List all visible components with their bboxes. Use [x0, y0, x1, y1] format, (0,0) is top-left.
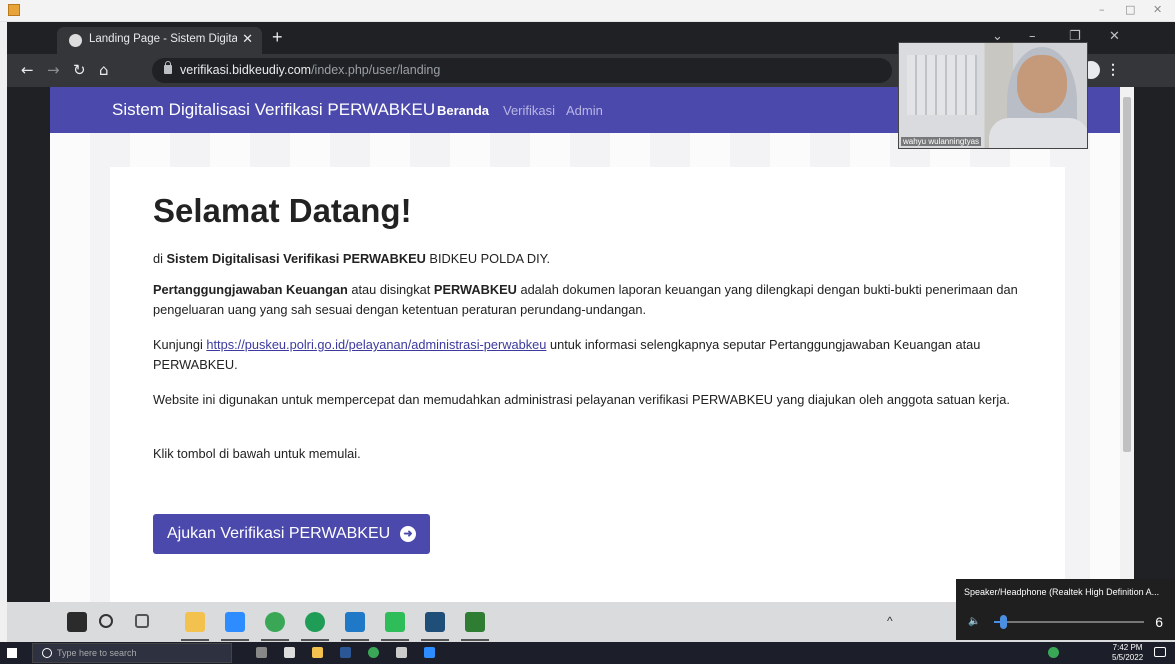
page-viewport: Sistem Digitalisasi Verifikasi PERWABKEU…	[50, 87, 1120, 602]
webcam-name-label: wahyu wulanningtyas	[901, 137, 982, 146]
chrome-icon[interactable]	[265, 612, 285, 632]
windows-start-icon[interactable]	[67, 612, 87, 632]
host-close-button[interactable]: ✕	[1153, 3, 1162, 16]
intro-bold: Sistem Digitalisasi Verifikasi PERWABKEU	[166, 251, 426, 266]
jumbotron: Selamat Datang! di Sistem Digitalisasi V…	[110, 167, 1065, 602]
audio-device-name[interactable]: Speaker/Headphone (Realtek High Definiti…	[964, 587, 1159, 597]
host-clock[interactable]: 7:42 PM 5/5/2022	[1112, 643, 1143, 663]
close-tab-icon[interactable]: ✕	[242, 31, 253, 47]
back-icon[interactable]: ←	[21, 61, 34, 79]
nav-link-beranda[interactable]: Beranda	[437, 103, 489, 118]
more-menu-icon[interactable]: ⋮	[1106, 61, 1120, 78]
server-app-icon[interactable]	[425, 612, 445, 632]
host-search-box[interactable]: Type here to search	[32, 643, 232, 663]
zoom-icon[interactable]	[225, 612, 245, 632]
definition-term: Pertanggungjawaban Keuangan	[153, 282, 348, 297]
volume-value: 6	[1155, 614, 1163, 630]
url-text: verifikasi.bidkeudiy.com/index.php/user/…	[180, 63, 440, 77]
active-indicator	[261, 639, 289, 641]
volume-flyout: Speaker/Headphone (Realtek High Definiti…	[956, 579, 1175, 640]
instruction-paragraph: Klik tombol di bawah untuk memulai.	[153, 446, 361, 461]
host-start-icon[interactable]	[7, 648, 17, 658]
speaker-icon[interactable]: 🔈	[968, 616, 980, 627]
url-host: verifikasi.bidkeudiy.com	[180, 63, 312, 77]
host-app-icon	[8, 4, 20, 16]
file-explorer-icon[interactable]	[185, 612, 205, 632]
host-taskbar: Type here to search 7:42 PM 5/5/2022	[0, 642, 1175, 664]
webcam-video: wahyu wulanningtyas	[898, 42, 1088, 149]
host-window-titlebar: – □ ✕	[0, 0, 1175, 22]
search-icon[interactable]	[99, 614, 113, 628]
page-scrollbar[interactable]	[1120, 87, 1134, 602]
purpose-paragraph: Website ini digunakan untuk mempercepat …	[153, 392, 1010, 407]
webcam-body	[989, 118, 1087, 148]
active-indicator	[421, 639, 449, 641]
vscode-icon[interactable]	[345, 612, 365, 632]
new-tab-button[interactable]: +	[272, 27, 283, 48]
globe-icon	[69, 34, 82, 47]
host-word-icon[interactable]	[340, 647, 351, 658]
definition-abbr: PERWABKEU	[433, 282, 517, 297]
active-indicator	[221, 639, 249, 641]
nav-link-verifikasi[interactable]: Verifikasi	[503, 103, 555, 118]
page-title: Selamat Datang!	[153, 192, 412, 229]
host-clock-time: 7:42 PM	[1112, 643, 1143, 652]
tab-title: Landing Page - Sistem Digitalisasi	[89, 33, 237, 45]
line-messenger-icon[interactable]	[385, 612, 405, 632]
android-app-icon[interactable]	[465, 612, 485, 632]
forward-icon[interactable]: →	[47, 61, 60, 79]
host-zoom-icon[interactable]	[424, 647, 435, 658]
volume-slider-thumb[interactable]	[1000, 615, 1007, 629]
nav-link-admin[interactable]: Admin	[566, 103, 603, 118]
intro-post: BIDKEU POLDA DIY.	[425, 251, 551, 266]
submit-verification-button[interactable]: Ajukan Verifikasi PERWABKEU ➜	[153, 514, 430, 554]
webcam-face	[1017, 55, 1067, 113]
host-explorer-icon[interactable]	[312, 647, 323, 658]
scrollbar-thumb[interactable]	[1123, 97, 1131, 452]
arrow-right-circle-icon: ➜	[400, 526, 416, 542]
active-indicator	[461, 639, 489, 641]
host-search-placeholder: Type here to search	[57, 648, 137, 658]
cortana-icon	[42, 648, 52, 658]
task-view-icon[interactable]	[135, 614, 149, 628]
puskeu-link[interactable]: https://puskeu.polri.go.id/pelayanan/adm…	[206, 337, 546, 352]
lock-icon	[164, 61, 172, 74]
browser-close-button[interactable]: ✕	[1109, 29, 1120, 44]
host-settings-icon[interactable]	[396, 647, 407, 658]
active-indicator	[341, 639, 369, 641]
intro-paragraph: di Sistem Digitalisasi Verifikasi PERWAB…	[153, 249, 1033, 269]
address-bar[interactable]: verifikasi.bidkeudiy.com/index.php/user/…	[152, 58, 892, 83]
shared-screen: Landing Page - Sistem Digitalisasi ✕ + ⌄…	[7, 22, 1175, 642]
browser-tab[interactable]: Landing Page - Sistem Digitalisasi ✕	[57, 27, 262, 54]
host-tray-chrome-icon[interactable]	[1048, 647, 1059, 658]
definition-paragraph: Pertanggungjawaban Keuangan atau disingk…	[153, 280, 1033, 320]
site-brand[interactable]: Sistem Digitalisasi Verifikasi PERWABKEU	[112, 100, 435, 120]
info-paragraph: Kunjungi https://puskeu.polri.go.id/pela…	[153, 335, 1033, 375]
host-clock-date: 5/5/2022	[1112, 653, 1144, 662]
submit-verification-label: Ajukan Verifikasi PERWABKEU	[167, 525, 391, 542]
host-maximize-button[interactable]: □	[1125, 3, 1135, 16]
reload-icon[interactable]: ↻	[73, 61, 86, 79]
host-mic-icon[interactable]	[256, 647, 267, 658]
screenshot-root: – □ ✕ Landing Page - Sistem Digitalisasi…	[0, 0, 1175, 664]
host-chrome-icon[interactable]	[368, 647, 379, 658]
chrome-profile-icon[interactable]	[305, 612, 325, 632]
active-indicator	[381, 639, 409, 641]
host-minimize-button[interactable]: –	[1099, 3, 1105, 16]
info-pre: Kunjungi	[153, 337, 207, 352]
home-icon[interactable]: ⌂	[99, 61, 109, 79]
active-indicator	[181, 639, 209, 641]
host-taskview-icon[interactable]	[284, 647, 295, 658]
tray-overflow-icon[interactable]: ^	[887, 614, 893, 628]
url-path: /index.php/user/landing	[311, 63, 441, 77]
notification-icon[interactable]	[1154, 647, 1166, 657]
active-indicator	[301, 639, 329, 641]
volume-slider-track[interactable]	[994, 621, 1144, 623]
definition-mid: atau disingkat	[347, 282, 434, 297]
intro-pre: di	[153, 251, 167, 266]
webcam-shelf	[907, 55, 977, 115]
